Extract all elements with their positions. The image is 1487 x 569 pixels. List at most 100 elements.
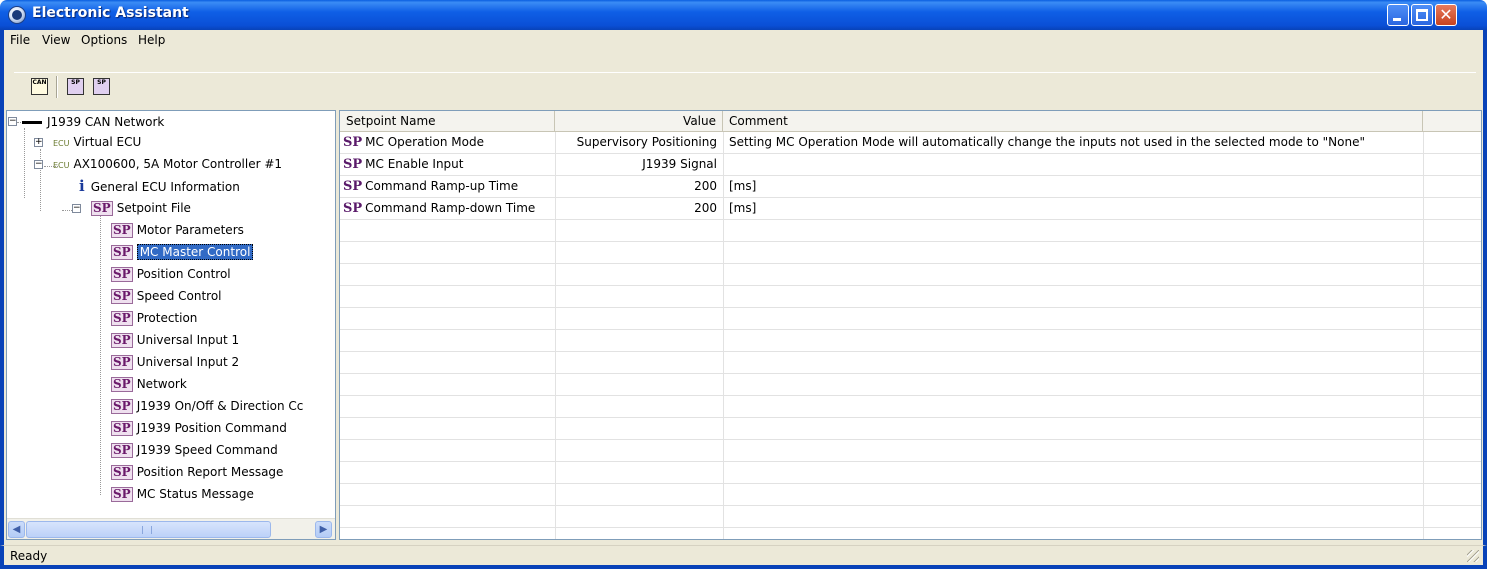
sp-icon: SP <box>111 399 133 414</box>
tree-node-virtual-ecu[interactable]: + ECU Virtual ECU <box>34 131 142 153</box>
close-button[interactable]: ✕ <box>1435 4 1457 26</box>
setpoint-grid[interactable]: Setpoint Name Value Comment SP MC Operati… <box>339 110 1482 540</box>
minimize-button[interactable] <box>1387 4 1409 26</box>
setpoint-value[interactable]: 200 <box>555 198 723 220</box>
setpoint-value[interactable]: Supervisory Positioning <box>555 132 723 154</box>
menu-view[interactable]: View <box>42 33 70 47</box>
tree-item-universal-input-2[interactable]: SP Universal Input 2 <box>111 351 239 373</box>
can-network-button[interactable]: CAN <box>28 76 52 98</box>
toolbar-separator <box>56 76 58 98</box>
column-header-comment[interactable]: Comment <box>723 111 1423 132</box>
empty-row <box>340 330 1481 352</box>
sp-icon: SP <box>111 311 133 326</box>
tree-label: Position Control <box>136 267 231 281</box>
menu-help[interactable]: Help <box>138 33 165 47</box>
tree-item-j1939-onoff[interactable]: SP J1939 On/Off & Direction Cc <box>111 395 303 417</box>
collapse-icon[interactable]: − <box>8 117 17 126</box>
title-bar[interactable]: Electronic Assistant ✕ <box>0 0 1487 30</box>
expand-icon[interactable]: + <box>34 138 43 147</box>
sp-save-icon: SP <box>93 78 110 95</box>
sp-icon: SP <box>111 333 133 348</box>
tree-label: General ECU Information <box>90 180 240 194</box>
sp-icon: SP <box>111 421 133 436</box>
tree-label: Protection <box>136 311 198 325</box>
table-row[interactable]: SP Command Ramp-up Time 200 [ms] <box>340 176 1481 198</box>
tree-item-speed-control[interactable]: SP Speed Control <box>111 285 222 307</box>
tree-item-mc-master-control[interactable]: SP MC Master Control <box>111 241 254 263</box>
tree-item-protection[interactable]: SP Protection <box>111 307 197 329</box>
tree-label: J1939 Position Command <box>136 421 287 435</box>
tree-item-mc-status-message[interactable]: SP MC Status Message <box>111 483 254 505</box>
sp-icon: SP <box>111 245 133 260</box>
ecu-icon: ECU <box>53 161 70 170</box>
tree-label: Universal Input 2 <box>136 355 240 369</box>
setpoint-comment: Setting MC Operation Mode will automatic… <box>729 135 1365 149</box>
sp-icon: SP <box>111 267 133 282</box>
app-icon[interactable] <box>8 6 26 24</box>
tree-item-position-report[interactable]: SP Position Report Message <box>111 461 283 483</box>
maximize-button[interactable] <box>1411 4 1433 26</box>
table-row[interactable]: SP MC Operation Mode Supervisory Position… <box>340 132 1481 154</box>
tree-node-motor-controller[interactable]: − ECU AX100600, 5A Motor Controller #1 <box>34 153 283 175</box>
setpoint-comment: [ms] <box>729 179 757 193</box>
window-title: Electronic Assistant <box>32 5 189 21</box>
tree-item-j1939-speed-command[interactable]: SP J1939 Speed Command <box>111 439 278 461</box>
tree-label: AX100600, 5A Motor Controller #1 <box>73 157 283 171</box>
menu-file[interactable]: File <box>10 33 30 47</box>
scroll-thumb[interactable] <box>26 521 271 538</box>
empty-row <box>340 286 1481 308</box>
empty-row <box>340 264 1481 286</box>
tree-item-network[interactable]: SP Network <box>111 373 187 395</box>
sp-icon: SP <box>343 135 363 150</box>
tree-label: J1939 On/Off & Direction Cc <box>136 399 304 413</box>
collapse-icon[interactable]: − <box>34 160 43 169</box>
tree-item-j1939-position-command[interactable]: SP J1939 Position Command <box>111 417 287 439</box>
tree-item-universal-input-1[interactable]: SP Universal Input 1 <box>111 329 239 351</box>
sp-open-icon: SP <box>67 78 84 95</box>
tree-label: J1939 CAN Network <box>47 115 165 129</box>
empty-row <box>340 242 1481 264</box>
setpoint-value[interactable]: 200 <box>555 176 723 198</box>
empty-row <box>340 220 1481 242</box>
device-tree[interactable]: − J1939 CAN Network + ECU Virtual ECU − E… <box>6 110 336 540</box>
table-row[interactable]: SP MC Enable Input J1939 Signal <box>340 154 1481 176</box>
tree-node-general-info[interactable]: i General ECU Information <box>79 175 240 197</box>
table-row[interactable]: SP Command Ramp-down Time 200 [ms] <box>340 198 1481 220</box>
tree-item-motor-parameters[interactable]: SP Motor Parameters <box>111 219 244 241</box>
tree-item-position-control[interactable]: SP Position Control <box>111 263 231 285</box>
tree-label: Virtual ECU <box>73 135 142 149</box>
scroll-right-arrow-icon[interactable]: ▶ <box>315 521 332 538</box>
resize-grip-icon[interactable] <box>1467 550 1479 562</box>
empty-row <box>340 396 1481 418</box>
tree-label: J1939 Speed Command <box>136 443 278 457</box>
setpoint-value[interactable]: J1939 Signal <box>555 154 723 176</box>
sp-icon: SP <box>111 443 133 458</box>
status-text: Ready <box>10 549 48 563</box>
minimize-icon <box>1393 18 1401 21</box>
tree-label: Network <box>136 377 187 391</box>
column-header-setpoint-name[interactable]: Setpoint Name <box>340 111 555 132</box>
sp-save-button[interactable]: SP <box>90 76 114 98</box>
sp-file-icon: SP <box>91 201 113 216</box>
tree-node-can-network[interactable]: − J1939 CAN Network <box>8 111 164 133</box>
empty-row <box>340 308 1481 330</box>
empty-row <box>340 418 1481 440</box>
status-bar: Ready <box>0 545 1487 569</box>
tree-horizontal-scrollbar[interactable]: ◀ ▶ <box>7 518 335 539</box>
empty-row <box>340 374 1481 396</box>
tree-connector <box>100 215 101 495</box>
tree-label: MC Status Message <box>136 487 254 501</box>
tree-node-setpoint-file[interactable]: − SP Setpoint File <box>72 197 191 219</box>
empty-row <box>340 352 1481 374</box>
sp-icon: SP <box>111 377 133 392</box>
empty-row <box>340 484 1481 506</box>
collapse-icon[interactable]: − <box>72 204 81 213</box>
column-header-value[interactable]: Value <box>555 111 723 132</box>
setpoint-comment <box>723 154 1423 176</box>
menu-options[interactable]: Options <box>81 33 127 47</box>
setpoint-comment: [ms] <box>729 201 757 215</box>
tree-label-selected: MC Master Control <box>136 244 254 260</box>
sp-open-button[interactable]: SP <box>64 76 88 98</box>
grid-header: Setpoint Name Value Comment <box>340 111 1481 132</box>
scroll-left-arrow-icon[interactable]: ◀ <box>8 521 25 538</box>
